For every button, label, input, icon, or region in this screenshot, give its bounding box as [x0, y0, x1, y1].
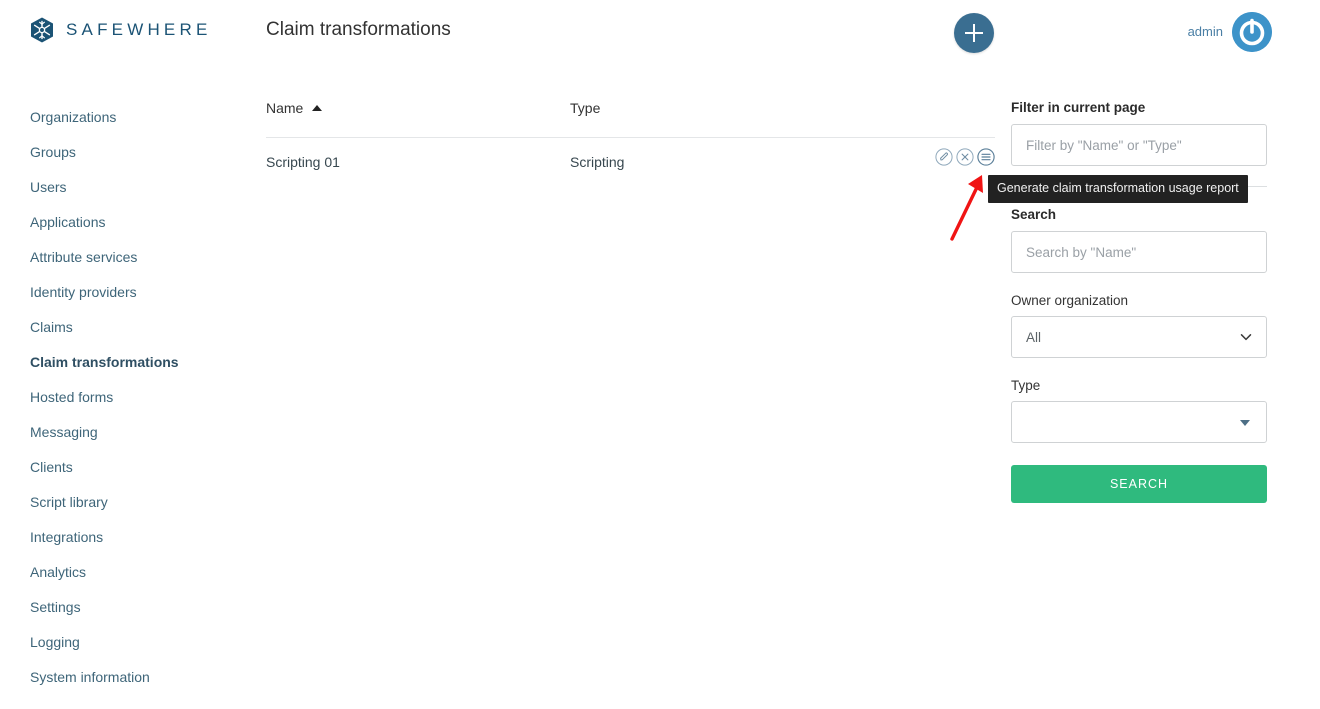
snowflake-hexagon-icon — [31, 17, 53, 43]
sidebar-item-groups[interactable]: Groups — [0, 135, 250, 170]
row-actions — [935, 148, 995, 166]
type-label: Type — [1011, 378, 1041, 393]
owner-organization-select[interactable]: All — [1011, 316, 1267, 358]
app-page: SAFEWHERE Claim transformations admin Or… — [0, 0, 1320, 709]
add-claim-transformation-button[interactable] — [954, 13, 994, 53]
triangle-up-icon — [312, 105, 323, 111]
cell-name: Scripting 01 — [266, 154, 340, 170]
table-header-row: Name Type — [266, 100, 995, 137]
sidebar-item-messaging[interactable]: Messaging — [0, 415, 250, 450]
filter-panel: Filter in current page Search Owner orga… — [1011, 100, 1267, 503]
column-header-name-label: Name — [266, 100, 304, 116]
tooltip: Generate claim transformation usage repo… — [988, 175, 1248, 203]
type-combo[interactable] — [1011, 401, 1267, 443]
sidebar-item-claims[interactable]: Claims — [0, 310, 250, 345]
sidebar-item-hosted-forms[interactable]: Hosted forms — [0, 380, 250, 415]
filter-input[interactable] — [1011, 124, 1267, 166]
power-icon[interactable] — [1232, 12, 1272, 52]
sidebar-item-claim-transformations[interactable]: Claim transformations — [0, 345, 250, 380]
column-header-name[interactable]: Name — [266, 100, 570, 116]
search-button[interactable]: SEARCH — [1011, 465, 1267, 503]
delete-x-icon[interactable] — [956, 148, 974, 166]
sidebar-item-script-library[interactable]: Script library — [0, 485, 250, 520]
owner-organization-label: Owner organization — [1011, 293, 1129, 308]
sidebar-item-logging[interactable]: Logging — [0, 625, 250, 660]
sidebar-item-organizations[interactable]: Organizations — [0, 100, 250, 135]
app-header: SAFEWHERE Claim transformations admin — [0, 0, 1320, 66]
claim-transformations-table: Name Type Scripting 01 Scripting — [266, 100, 995, 186]
user-name-label: admin — [1187, 23, 1223, 39]
plus-icon — [965, 24, 983, 42]
page-title: Claim transformations — [266, 19, 451, 40]
sidebar-nav: Organizations Groups Users Applications … — [0, 100, 250, 695]
brand-logo[interactable]: SAFEWHERE — [28, 16, 211, 44]
search-section-title: Search — [1011, 207, 1057, 222]
sidebar-item-settings[interactable]: Settings — [0, 590, 250, 625]
search-input[interactable] — [1011, 231, 1267, 273]
sidebar-item-integrations[interactable]: Integrations — [0, 520, 250, 555]
sidebar-item-attribute-services[interactable]: Attribute services — [0, 240, 250, 275]
sidebar-item-identity-providers[interactable]: Identity providers — [0, 275, 250, 310]
sidebar-item-analytics[interactable]: Analytics — [0, 555, 250, 590]
owner-organization-select-wrap: All — [1011, 316, 1267, 358]
sidebar-item-applications[interactable]: Applications — [0, 205, 250, 240]
cell-type: Scripting — [570, 154, 625, 170]
table-row[interactable]: Scripting 01 Scripting — [266, 138, 995, 186]
brand-wordmark: SAFEWHERE — [66, 20, 212, 39]
caret-down-icon — [1240, 420, 1250, 426]
sidebar-item-users[interactable]: Users — [0, 170, 250, 205]
column-header-type-label: Type — [570, 100, 601, 116]
column-header-type[interactable]: Type — [570, 100, 995, 116]
sidebar-item-system-information[interactable]: System information — [0, 660, 250, 695]
edit-pencil-icon[interactable] — [935, 148, 953, 166]
report-list-icon[interactable] — [977, 148, 995, 166]
sidebar-item-clients[interactable]: Clients — [0, 450, 250, 485]
user-menu[interactable]: admin — [1188, 12, 1272, 52]
filter-section-title: Filter in current page — [1011, 100, 1146, 115]
